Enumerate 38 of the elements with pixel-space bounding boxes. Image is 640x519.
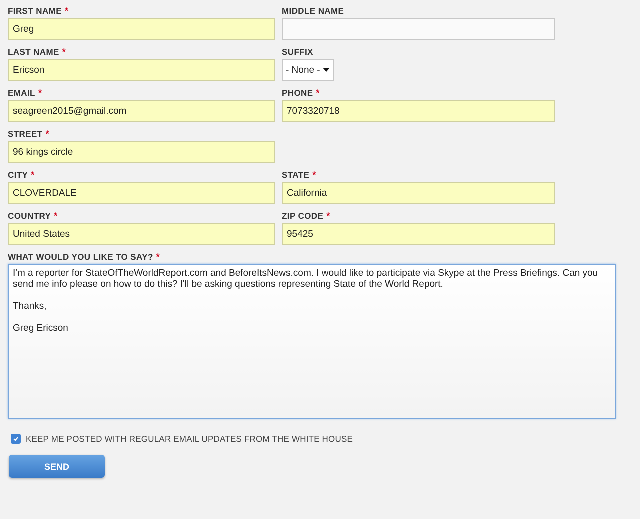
suffix-dropdown[interactable]: - None - (282, 59, 334, 81)
input-field[interactable]: Ericson (8, 59, 275, 81)
field-label: SUFFIX (282, 46, 314, 56)
required-mark: * (326, 210, 330, 220)
field-label: WHAT WOULD YOU LIKE TO SAY? (8, 252, 154, 262)
input-field[interactable]: United States (8, 223, 275, 245)
field-label: COUNTRY (8, 210, 52, 220)
required-mark: * (312, 170, 316, 180)
checkbox[interactable] (11, 434, 21, 444)
input-field[interactable] (282, 18, 555, 40)
input-field[interactable]: seagreen2015@gmail.com (8, 100, 275, 122)
checkbox-label: KEEP ME POSTED WITH REGULAR EMAIL UPDATES FROM THE WHITE HOUSE (26, 434, 354, 444)
required-mark: * (64, 6, 68, 16)
required-mark: * (62, 46, 66, 56)
required-mark: * (38, 88, 42, 98)
input-field[interactable]: 95425 (282, 223, 555, 245)
required-mark: * (316, 88, 320, 98)
required-mark: * (156, 252, 160, 262)
input-field[interactable]: Greg (8, 18, 275, 40)
field-label: PHONE (282, 88, 314, 98)
input-field[interactable]: CLOVERDALE (8, 182, 275, 204)
field-label: EMAIL (8, 88, 36, 98)
required-mark: * (31, 170, 35, 180)
input-field[interactable]: 96 kings circle (8, 141, 275, 163)
check-icon (13, 436, 19, 442)
field-label: CITY (8, 170, 28, 180)
input-field[interactable]: 7073320718 (282, 100, 555, 122)
field-label: LAST NAME (8, 46, 60, 56)
caret-icon (323, 68, 330, 72)
field-label: ZIP CODE (282, 210, 324, 220)
required-mark: * (46, 128, 50, 138)
field-label: STATE (282, 170, 310, 180)
input-field[interactable]: California (282, 182, 555, 204)
field-label: MIDDLE NAME (282, 6, 344, 16)
message-field[interactable]: I'm a reporter for StateOfTheWorldReport.com and BeforeItsNews.com. I would like to participate via Skype at the Press Briefings. Can you send me info please on how to do this? I'll be asking questions representing State of the World Report. Thanks, Greg Ericson (8, 264, 616, 419)
field-label: STREET (8, 128, 43, 138)
required-mark: * (54, 210, 58, 220)
field-label: FIRST NAME (8, 6, 62, 16)
